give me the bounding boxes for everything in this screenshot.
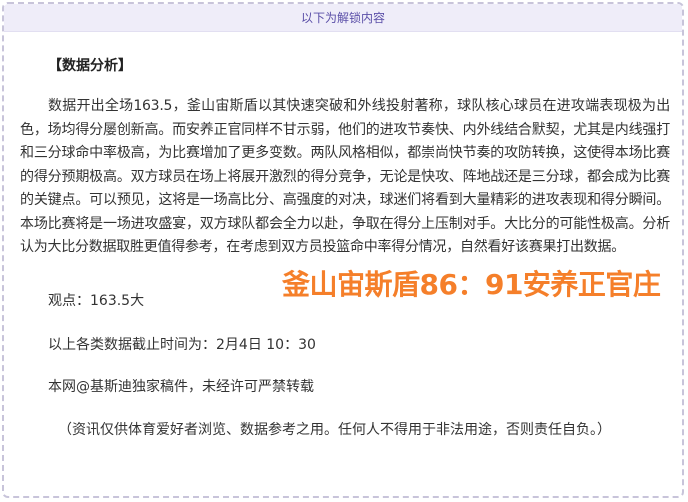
viewpoint-text: 观点：163.5大 bbox=[48, 293, 145, 309]
copyright-notice: 本网@基斯迪独家稿件，未经许可严禁转载 bbox=[48, 379, 314, 395]
unlock-header: 以下为解锁内容 bbox=[4, 4, 682, 32]
disclaimer-text: （资讯仅供体育爱好者浏览、数据参考之用。任何人不得用于非法用途，否则责任自负。） bbox=[58, 422, 611, 438]
score-overlay: 釜山宙斯盾86：91安养正官庄 bbox=[282, 268, 661, 301]
section-title: 【数据分析】 bbox=[48, 58, 132, 74]
analysis-paragraph: 数据开出全场163.5，釜山宙斯盾以其快速突破和外线投射著称，球队核心球员在进攻… bbox=[20, 98, 670, 255]
unlock-content-box: 以下为解锁内容 【数据分析】 数据开出全场163.5，釜山宙斯盾以其快速突破和外… bbox=[2, 2, 684, 498]
data-cutoff-text: 以上各类数据截止时间为：2月4日 10：30 bbox=[48, 337, 316, 353]
